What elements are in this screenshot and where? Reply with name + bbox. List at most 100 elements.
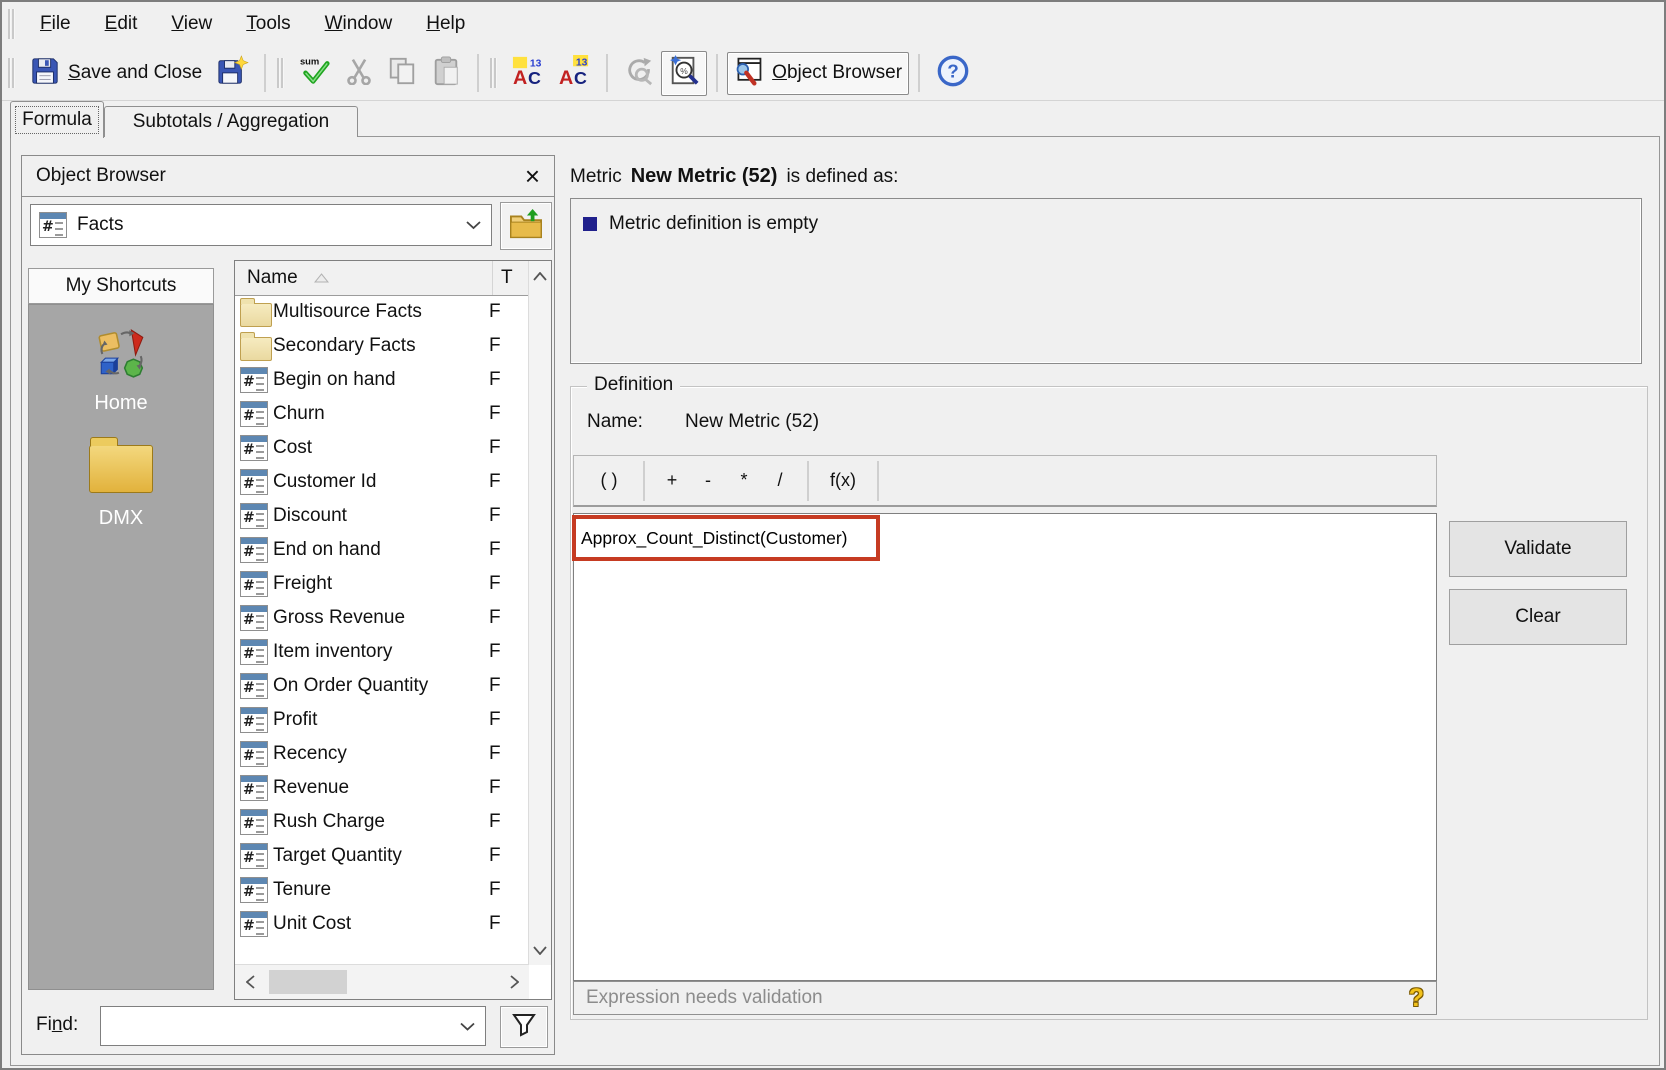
menu-item[interactable]: Tools: [229, 9, 307, 39]
object-browser-icon: [734, 56, 764, 91]
scroll-right-icon[interactable]: [499, 965, 529, 999]
metric-defined-line: Metric New Metric (52) is defined as:: [570, 165, 898, 188]
vertical-scrollbar[interactable]: [528, 261, 551, 965]
folder-up-button[interactable]: [500, 202, 552, 250]
shortcut-dmx-label[interactable]: DMX: [99, 507, 143, 530]
object-browser-toggle-button[interactable]: Object Browser: [727, 52, 909, 95]
menu-item-mnemonic: W: [325, 13, 343, 34]
my-shortcuts-header[interactable]: My Shortcuts: [28, 268, 214, 304]
validation-question-icon[interactable]: ?: [1409, 984, 1424, 1013]
home-project-icon[interactable]: [94, 327, 148, 386]
menu-item-mnemonic: H: [426, 13, 440, 34]
list-item[interactable]: Customer Id F: [235, 465, 529, 499]
toolbar-separator: [264, 54, 266, 92]
dmx-folder-icon[interactable]: [89, 445, 153, 493]
row-icon-wrap: [235, 605, 273, 631]
scroll-down-icon[interactable]: [529, 935, 551, 965]
list-item[interactable]: End on hand F: [235, 533, 529, 567]
toolbar: Save and Close sum: [2, 46, 1664, 101]
tab-formula-label: Formula: [15, 106, 99, 134]
scroll-up-icon[interactable]: [529, 261, 551, 291]
tab-subtotals-aggregation[interactable]: Subtotals / Aggregation: [104, 106, 358, 137]
clear-button[interactable]: Clear: [1449, 589, 1627, 645]
toolbar-grip[interactable]: [490, 58, 497, 88]
definition-empty-message: Metric definition is empty: [609, 213, 818, 235]
list-item[interactable]: Item inventory F: [235, 635, 529, 669]
menu-item[interactable]: Edit: [88, 9, 155, 39]
list-item[interactable]: On Order Quantity F: [235, 669, 529, 703]
list-item[interactable]: Rush Charge F: [235, 805, 529, 839]
validate-button[interactable]: Validate: [1449, 521, 1627, 577]
svg-text:sum: sum: [300, 55, 319, 66]
divide-button[interactable]: /: [762, 461, 798, 501]
list-item[interactable]: Cost F: [235, 431, 529, 465]
save-icon: [30, 56, 60, 91]
row-icon-wrap: [235, 537, 273, 563]
list-item[interactable]: Profit F: [235, 703, 529, 737]
save-as-button[interactable]: [209, 52, 255, 95]
save-and-close-button[interactable]: Save and Close: [23, 52, 209, 95]
definition-group: Definition Name: New Metric (52) ( ) + -…: [570, 386, 1648, 1020]
object-type: F: [489, 369, 519, 391]
chevron-down-icon[interactable]: [466, 214, 481, 236]
menu-item[interactable]: Help: [409, 9, 482, 39]
toolbar-grip[interactable]: [8, 58, 15, 88]
find-combobox[interactable]: [100, 1006, 486, 1046]
find-input[interactable]: [101, 1006, 485, 1046]
list-item[interactable]: Target Quantity F: [235, 839, 529, 873]
toolbar-grip[interactable]: [8, 9, 15, 39]
shortcut-home-label[interactable]: Home: [94, 392, 147, 415]
rename-abc-button[interactable]: AC13: [505, 51, 551, 96]
preview-zoom-button[interactable]: %: [661, 51, 707, 96]
filter-button[interactable]: [500, 1006, 548, 1048]
list-header: Name T: [235, 261, 529, 296]
list-item[interactable]: Tenure F: [235, 873, 529, 907]
toolbar-separator: [918, 54, 920, 92]
list-item[interactable]: Discount F: [235, 499, 529, 533]
list-item[interactable]: Multisource Facts F: [235, 295, 529, 329]
list-item[interactable]: Churn F: [235, 397, 529, 431]
chevron-down-icon[interactable]: [460, 1016, 475, 1037]
menu-item[interactable]: View: [154, 9, 229, 39]
close-icon[interactable]: ×: [525, 166, 540, 186]
list-item[interactable]: Recency F: [235, 737, 529, 771]
list-item[interactable]: Unit Cost F: [235, 907, 529, 941]
object-type-icon: [240, 337, 272, 361]
object-type: F: [489, 641, 519, 663]
menu-item[interactable]: Window: [308, 9, 410, 39]
list-item[interactable]: Secondary Facts F: [235, 329, 529, 363]
list-item[interactable]: Revenue F: [235, 771, 529, 805]
toolbar-grip[interactable]: [277, 58, 284, 88]
rename-abc-highlight-button[interactable]: AC13: [551, 51, 597, 96]
list-item[interactable]: Begin on hand F: [235, 363, 529, 397]
object-type-icon: [240, 911, 268, 937]
help-button[interactable]: ?: [929, 50, 977, 97]
find-row: Find:: [22, 998, 554, 1054]
object-name: Begin on hand: [273, 369, 489, 391]
scroll-left-icon[interactable]: [235, 965, 265, 999]
formula-text[interactable]: Approx_Count_Distinct(Customer): [576, 528, 848, 549]
multiply-button[interactable]: *: [726, 461, 762, 501]
svg-text:?: ?: [947, 61, 959, 82]
tab-formula[interactable]: Formula: [10, 101, 104, 138]
row-icon-wrap: [235, 707, 273, 733]
function-button[interactable]: f(x): [818, 461, 868, 501]
column-header-type[interactable]: T: [493, 267, 513, 289]
list-item[interactable]: Gross Revenue F: [235, 601, 529, 635]
row-icon-wrap: [235, 741, 273, 767]
menu-item[interactable]: File: [23, 9, 88, 39]
object-type-icon: [240, 537, 268, 563]
row-icon-wrap: [235, 469, 273, 495]
horizontal-scrollbar[interactable]: [235, 964, 529, 999]
parentheses-button[interactable]: ( ): [584, 461, 634, 501]
list-item[interactable]: Freight F: [235, 567, 529, 601]
svg-text:A: A: [513, 67, 527, 87]
plus-button[interactable]: +: [654, 461, 690, 501]
object-type: F: [489, 573, 519, 595]
minus-button[interactable]: -: [690, 461, 726, 501]
object-source-combobox[interactable]: Facts: [30, 204, 492, 246]
validate-sum-button[interactable]: sum: [292, 51, 338, 96]
column-header-name[interactable]: Name: [235, 261, 493, 295]
formula-editor[interactable]: Approx_Count_Distinct(Customer): [573, 513, 1437, 981]
scrollbar-thumb[interactable]: [269, 970, 347, 994]
